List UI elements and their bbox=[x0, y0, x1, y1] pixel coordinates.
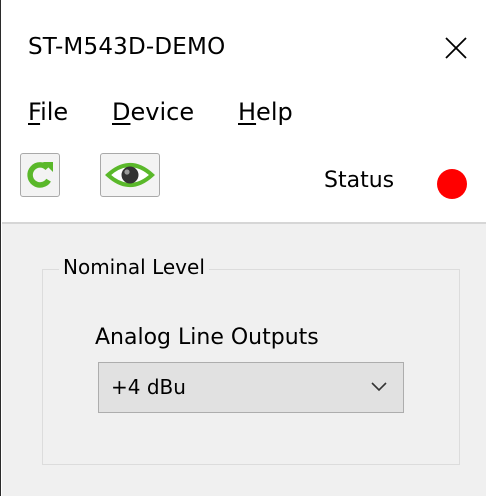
menu-bar: File Device Help bbox=[2, 94, 486, 138]
close-icon bbox=[445, 37, 467, 59]
view-button[interactable] bbox=[100, 153, 160, 197]
menu-help[interactable]: Help bbox=[238, 98, 293, 126]
analog-line-outputs-select[interactable]: +4 dBu bbox=[98, 362, 404, 413]
nominal-level-group: Nominal Level Analog Line Outputs +4 dBu bbox=[42, 255, 460, 465]
eye-icon bbox=[105, 163, 155, 187]
chevron-down-icon bbox=[371, 382, 387, 392]
window-title: ST-M543D-DEMO bbox=[28, 34, 226, 60]
toolbar: Status bbox=[2, 138, 486, 222]
menu-device[interactable]: Device bbox=[112, 98, 194, 126]
analog-line-outputs-label: Analog Line Outputs bbox=[95, 325, 319, 350]
app-window: ST-M543D-DEMO File Device Help Status No… bbox=[0, 0, 486, 496]
status-indicator bbox=[437, 169, 467, 199]
status-label: Status bbox=[324, 168, 395, 193]
menu-file[interactable]: File bbox=[28, 98, 68, 126]
title-bar[interactable]: ST-M543D-DEMO bbox=[2, 0, 486, 94]
group-title: Nominal Level bbox=[59, 255, 209, 279]
main-panel: Nominal Level Analog Line Outputs +4 dBu bbox=[2, 224, 486, 496]
refresh-icon bbox=[27, 162, 53, 188]
refresh-button[interactable] bbox=[20, 153, 60, 197]
select-value: +4 dBu bbox=[111, 375, 186, 399]
close-button[interactable] bbox=[440, 32, 472, 64]
